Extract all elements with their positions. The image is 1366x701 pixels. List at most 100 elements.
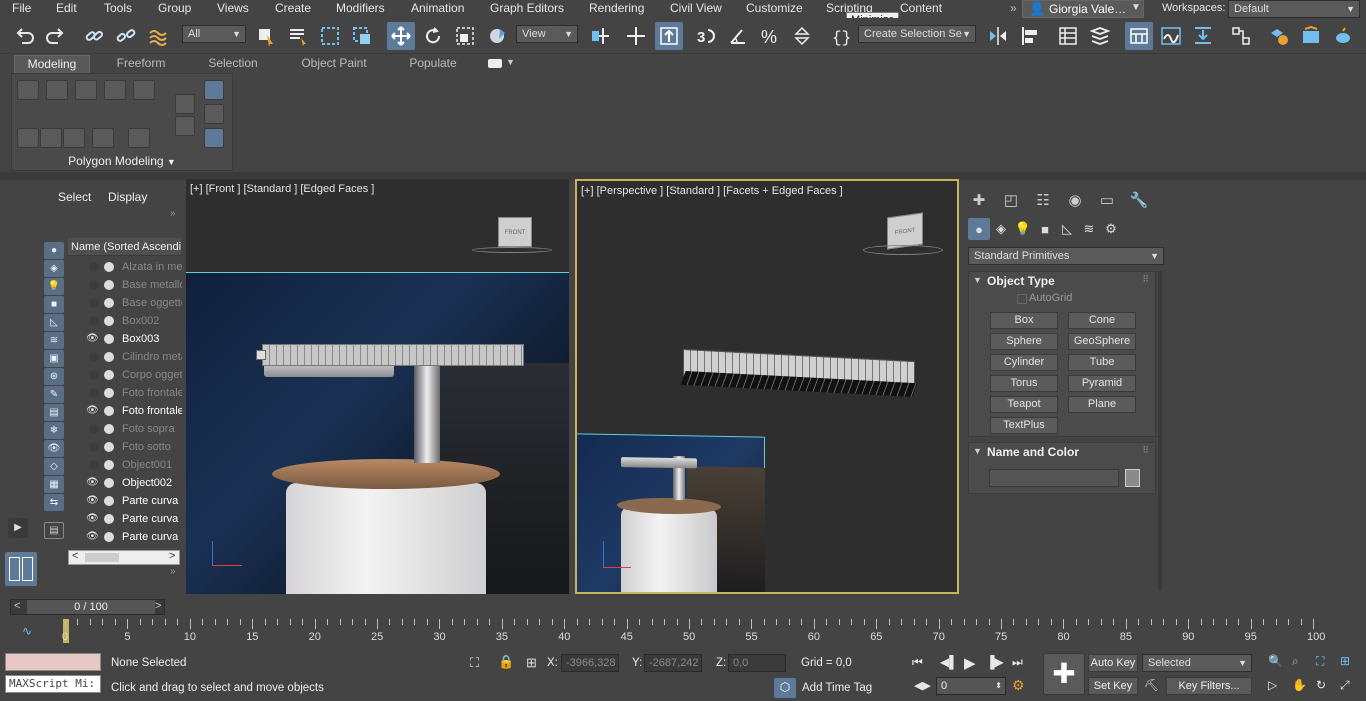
eye-hidden-icon[interactable] xyxy=(89,388,99,398)
select-and-move-button[interactable] xyxy=(387,22,415,50)
add-time-tag-label[interactable]: Add Time Tag xyxy=(802,682,872,694)
mirror-button[interactable] xyxy=(984,22,1012,50)
list-item[interactable]: Base metallo xyxy=(70,276,182,294)
list-item[interactable]: Corpo oggetto xyxy=(70,366,182,384)
time-configuration-icon[interactable]: ⚙ xyxy=(1012,677,1025,694)
utilities-tab-icon[interactable]: 🔧 xyxy=(1126,188,1152,212)
expand-chevron-icon[interactable]: » xyxy=(170,208,176,219)
options-icon[interactable]: ▤ xyxy=(44,522,64,539)
drag-handle-icon[interactable]: ⠿ xyxy=(1142,274,1149,285)
cone-button[interactable]: Cone xyxy=(1068,312,1136,329)
tab-select[interactable]: Select xyxy=(58,190,91,204)
scrollbar-thumb[interactable] xyxy=(85,553,119,562)
maxscript-input[interactable]: MAXScript Mi: xyxy=(5,675,101,693)
shapes-icon[interactable]: ◈ xyxy=(990,218,1012,240)
shapes-filter-icon[interactable]: ◈ xyxy=(44,260,64,277)
curve-editor-toggle-icon[interactable]: ∿ xyxy=(22,624,32,638)
time-slider-next-icon[interactable]: > xyxy=(155,600,161,612)
cameras-filter-icon[interactable]: ■ xyxy=(44,296,64,313)
eye-hidden-icon[interactable] xyxy=(89,280,99,290)
z-coordinate-field[interactable]: 0,0 xyxy=(728,654,786,672)
scroll-left-icon[interactable]: < xyxy=(72,550,78,562)
key-mode-dropdown[interactable]: Selected ▼ xyxy=(1142,654,1252,672)
list-item[interactable]: Foto frontale xyxy=(70,384,182,402)
lights-filter-icon[interactable]: 💡 xyxy=(44,278,64,295)
modify-mode-button[interactable] xyxy=(17,128,39,148)
list-item[interactable]: 👁 Object002 xyxy=(70,474,182,492)
space-warps-filter-icon[interactable]: ≋ xyxy=(44,332,64,349)
plane-button[interactable]: Plane xyxy=(1068,396,1136,413)
object-type-title[interactable]: Object Type xyxy=(987,274,1055,288)
eye-icon[interactable]: 👁 xyxy=(86,474,100,492)
menu-views[interactable]: Views xyxy=(217,0,249,18)
orbit-icon[interactable]: ↻ xyxy=(1316,678,1326,692)
absolute-mode-icon[interactable]: ⊞ xyxy=(526,655,537,671)
previous-frame-icon[interactable]: ◀▌ xyxy=(940,655,958,669)
scene-explorer-toggle-button[interactable] xyxy=(1054,22,1082,50)
systems-icon[interactable]: ⚙ xyxy=(1100,218,1122,240)
rendered-frame-window-button[interactable] xyxy=(1297,22,1325,50)
shrink-button[interactable] xyxy=(175,116,195,136)
display-tab-icon[interactable]: ▭ xyxy=(1094,188,1120,212)
element-mode-button[interactable] xyxy=(133,80,155,100)
display-filter-icon[interactable]: ▦ xyxy=(44,476,64,493)
link-button[interactable] xyxy=(80,22,108,50)
box003-mesh[interactable] xyxy=(262,344,524,366)
set-key-big-button[interactable]: ✚ xyxy=(1043,653,1085,695)
viewcube[interactable]: FRONT xyxy=(498,217,532,247)
maxscript-listener-output[interactable] xyxy=(5,653,101,671)
freeze-toggle-icon[interactable] xyxy=(104,514,114,524)
list-item[interactable]: 👁 Parte curva xyxy=(70,528,182,546)
bind-space-warp-button[interactable] xyxy=(144,22,172,50)
menu-group[interactable]: Group xyxy=(158,0,191,18)
render-setup-button[interactable] xyxy=(1265,22,1293,50)
space-warps-icon[interactable]: ≋ xyxy=(1078,218,1100,240)
user-account-button[interactable]: 👤 Giorgia Vale… ▼ xyxy=(1022,0,1144,18)
collapse-icon[interactable]: ▼ xyxy=(973,275,982,285)
viewport-layout-button[interactable] xyxy=(5,552,37,586)
named-selection-sets-dropdown[interactable]: Create Selection Se ▼ xyxy=(858,25,976,43)
scroll-right-icon[interactable]: > xyxy=(169,550,175,562)
freeze-toggle-icon[interactable] xyxy=(104,334,114,344)
viewcube-ring-perspective[interactable] xyxy=(863,245,943,255)
perspective-viewport[interactable]: [+] [Perspective ] [Standard ] [Facets +… xyxy=(575,179,959,594)
show-end-result-button[interactable] xyxy=(204,80,224,100)
expand-chevron-icon[interactable]: » xyxy=(170,566,176,577)
maximize-viewport-icon[interactable]: ⤢ xyxy=(1340,678,1350,693)
drag-handle-icon[interactable]: ⠿ xyxy=(1142,445,1149,456)
spinner-snap-button[interactable] xyxy=(788,22,816,50)
unlink-button[interactable] xyxy=(112,22,140,50)
menu-graph-editors[interactable]: Graph Editors xyxy=(490,0,564,18)
freeze-toggle-icon[interactable] xyxy=(104,316,114,326)
eye-hidden-icon[interactable] xyxy=(89,442,99,452)
play-icon[interactable]: ▶ xyxy=(964,654,976,672)
list-item[interactable]: Box002 xyxy=(70,312,182,330)
helpers-icon[interactable]: ◺ xyxy=(1056,218,1078,240)
tab-object-paint[interactable]: Object Paint xyxy=(292,55,376,73)
motion-tab-icon[interactable]: ◉ xyxy=(1062,188,1088,212)
viewcube-perspective[interactable]: FRONT xyxy=(887,212,923,250)
menu-customize[interactable]: Customize xyxy=(746,0,803,18)
horizontal-scrollbar[interactable]: < > xyxy=(68,550,180,565)
percent-snap-button[interactable]: % xyxy=(756,22,784,50)
key-mode-toggle-icon[interactable]: ◀▶ xyxy=(914,679,931,692)
list-item[interactable]: Foto sopra xyxy=(70,420,182,438)
pan-icon[interactable]: ✋ xyxy=(1292,678,1307,692)
viewcube-ring[interactable] xyxy=(472,247,552,253)
freeze-toggle-icon[interactable] xyxy=(104,496,114,506)
select-and-rotate-button[interactable] xyxy=(419,22,447,50)
select-object-button[interactable] xyxy=(252,22,280,50)
menu-animation[interactable]: Animation xyxy=(411,0,464,18)
curve-editor-button[interactable] xyxy=(1157,22,1185,50)
freeze-toggle-icon[interactable] xyxy=(104,478,114,488)
viewport-label-front[interactable]: [+] [Front ] [Standard ] [Edged Faces ] xyxy=(190,183,374,195)
x-coordinate-field[interactable]: -3966,328 xyxy=(561,654,619,672)
menu-rendering[interactable]: Rendering xyxy=(589,0,644,18)
list-item[interactable]: Cilindro metallo xyxy=(70,348,182,366)
menu-create[interactable]: Create xyxy=(275,0,311,18)
eye-hidden-icon[interactable] xyxy=(89,352,99,362)
time-slider-prev-icon[interactable]: < xyxy=(14,600,20,612)
snaps-toggle-button[interactable]: 3 xyxy=(692,22,720,50)
eye-icon[interactable]: 👁 xyxy=(86,510,100,528)
edit-named-selection-button[interactable]: {} xyxy=(826,22,854,50)
